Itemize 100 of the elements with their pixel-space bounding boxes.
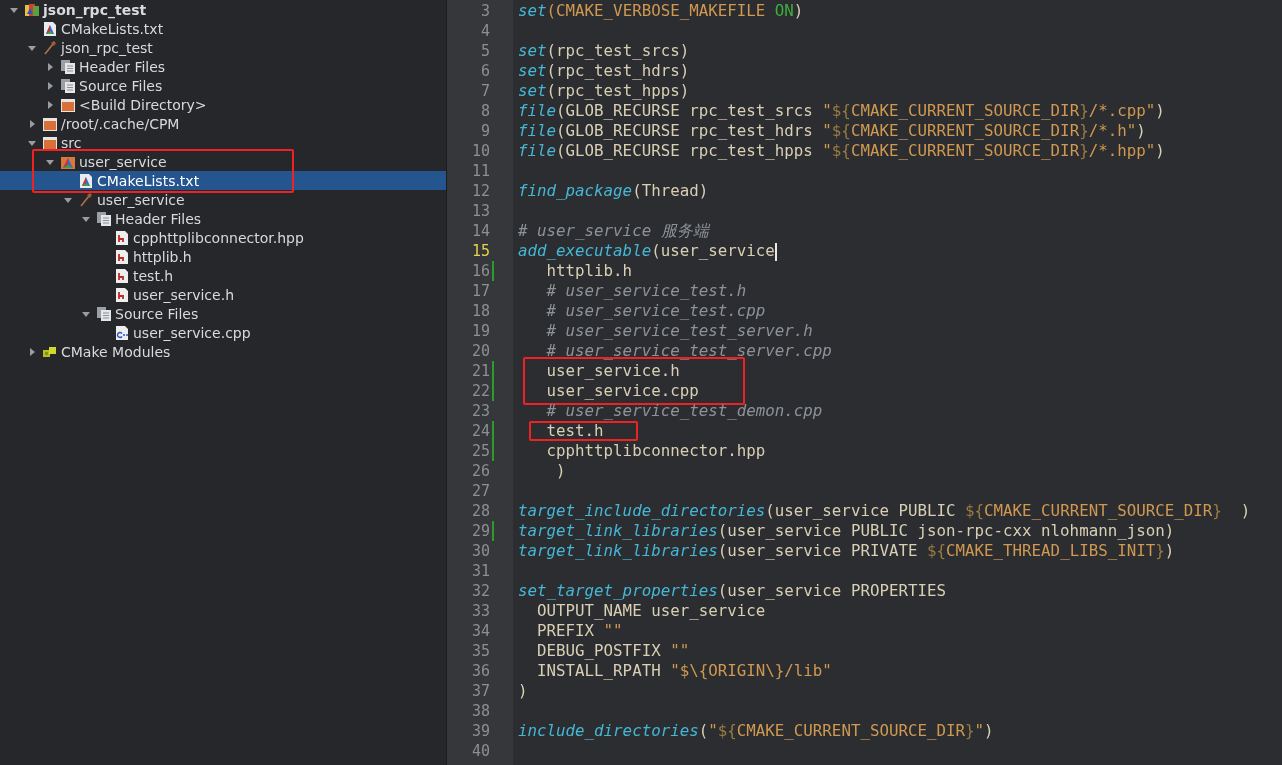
line-number: 32	[470, 581, 490, 601]
line-number: 40	[470, 741, 490, 761]
expand-arrow-icon[interactable]	[28, 119, 36, 128]
folder-icon	[60, 96, 76, 113]
cpp-file-icon	[114, 324, 130, 341]
line-number: 16	[470, 261, 490, 281]
code-line: set(rpc_test_hpps)	[518, 81, 691, 101]
line-number: 25	[470, 441, 490, 461]
tree-item[interactable]: src	[0, 133, 446, 152]
code-line: file(GLOB_RECURSE rpc_test_hdrs "${CMAKE_CURRENT_SOURCE_DIR}/*.h")	[518, 121, 1147, 141]
line-number: 35	[470, 641, 490, 661]
collapse-arrow-icon[interactable]	[28, 138, 36, 147]
line-number: 39	[470, 721, 490, 741]
line-number: 38	[470, 701, 490, 721]
code-line: include_directories("${CMAKE_CURRENT_SOURCE_DIR}")	[518, 721, 995, 741]
collapse-arrow-icon[interactable]	[64, 195, 72, 204]
line-number: 31	[470, 561, 490, 581]
collapse-arrow-icon[interactable]	[10, 5, 18, 14]
tree-item[interactable]: user_service.cpp	[0, 323, 446, 342]
code-line: target_link_libraries(user_service PRIVATE ${CMAKE_THREAD_LIBS_INIT})	[518, 541, 1176, 561]
expand-arrow-icon[interactable]	[46, 100, 54, 109]
line-number: 23	[470, 401, 490, 421]
line-number: 17	[470, 281, 490, 301]
code-line: target_include_directories(user_service PUBLIC ${CMAKE_CURRENT_SOURCE_DIR} )	[518, 501, 1252, 521]
expand-arrow-icon[interactable]	[28, 347, 36, 356]
line-number: 18	[470, 301, 490, 321]
header-file-icon	[114, 286, 130, 303]
header-file-icon	[114, 248, 130, 265]
tree-item[interactable]: <Build Directory>	[0, 95, 446, 114]
line-number: 7	[479, 81, 490, 101]
expand-arrow-icon[interactable]	[46, 62, 54, 71]
code-line: set(CMAKE_VERBOSE_MAKEFILE ON)	[518, 1, 805, 21]
tree-item[interactable]: test.h	[0, 266, 446, 285]
tree-item[interactable]: /root/.cache/CPM	[0, 114, 446, 133]
code-line: cpphttplibconnector.hpp	[545, 441, 767, 461]
code-line: # user_service_test_server.h	[545, 321, 814, 341]
tree-item[interactable]: Header Files	[0, 209, 446, 228]
tree-item[interactable]: httplib.h	[0, 247, 446, 266]
files-icon	[60, 58, 76, 75]
tree-item[interactable]: CMakeLists.txt	[0, 19, 446, 38]
files-icon	[96, 305, 112, 322]
line-number: 12	[470, 181, 490, 201]
tree-item[interactable]: user_service	[0, 152, 446, 171]
code-line: target_link_libraries(user_service PUBLIC json-rpc-cxx nlohmann_json)	[518, 521, 1176, 541]
hammer-icon	[42, 39, 58, 56]
code-line: set(rpc_test_hdrs)	[518, 61, 691, 81]
line-number: 9	[479, 121, 490, 141]
code-line: file(GLOB_RECURSE rpc_test_hpps "${CMAKE_CURRENT_SOURCE_DIR}/*.hpp")	[518, 141, 1166, 161]
code-line: test.h	[545, 421, 605, 441]
tree-item[interactable]: Source Files	[0, 304, 446, 323]
tree-item[interactable]: CMakeLists.txt	[0, 171, 446, 190]
code-line: INSTALL_RPATH "$\{ORIGIN\}/lib"	[536, 661, 833, 681]
tree-item[interactable]: user_service	[0, 190, 446, 209]
expand-arrow-icon[interactable]	[46, 81, 54, 90]
line-number: 6	[479, 61, 490, 81]
code-line: user_service.cpp	[545, 381, 700, 401]
collapse-arrow-icon[interactable]	[82, 214, 90, 223]
tree-item[interactable]: user_service.h	[0, 285, 446, 304]
line-number: 20	[470, 341, 490, 361]
code-line: set_target_properties(user_service PROPERTIES	[518, 581, 947, 601]
line-number: 29	[470, 521, 490, 541]
tree-item[interactable]: Source Files	[0, 76, 446, 95]
header-file-icon	[114, 229, 130, 246]
line-number: 8	[479, 101, 490, 121]
code-line: # user_service_test_server.cpp	[545, 341, 833, 361]
line-number: 27	[470, 481, 490, 501]
tree-item[interactable]: CMake Modules	[0, 342, 446, 361]
line-number: 26	[470, 461, 490, 481]
code-line: )	[518, 681, 529, 701]
code-line: )	[555, 461, 567, 481]
code-line: set(rpc_test_srcs)	[518, 41, 691, 61]
line-number: 14	[470, 221, 490, 241]
collapse-arrow-icon[interactable]	[82, 309, 90, 318]
tree-item[interactable]: Header Files	[0, 57, 446, 76]
code-line: # user_service_test_demon.cpp	[545, 401, 824, 421]
line-number: 19	[470, 321, 490, 341]
code-line: OUTPUT_NAME user_service	[536, 601, 767, 621]
line-number: 37	[470, 681, 490, 701]
tree-item[interactable]: json_rpc_test	[0, 38, 446, 57]
line-number: 34	[470, 621, 490, 641]
header-file-icon	[114, 267, 130, 284]
cmake-file-icon	[42, 20, 58, 37]
files-icon	[96, 210, 112, 227]
collapse-arrow-icon[interactable]	[46, 157, 54, 166]
tree-item[interactable]: json_rpc_test	[0, 0, 446, 19]
code-line: DEBUG_POSTFIX ""	[536, 641, 691, 661]
line-number: 15	[470, 241, 490, 261]
line-number: 10	[470, 141, 490, 161]
code-line: httplib.h	[545, 261, 634, 281]
tree-item[interactable]: cpphttplibconnector.hpp	[0, 228, 446, 247]
code-line: # user_service_test.h	[545, 281, 748, 301]
line-number: 36	[470, 661, 490, 681]
code-line: user_service.h	[545, 361, 681, 381]
folder-icon	[42, 115, 58, 132]
line-number: 28	[470, 501, 490, 521]
collapse-arrow-icon[interactable]	[28, 43, 36, 52]
code-line: # user_service 服务端	[518, 221, 711, 241]
line-number: 3	[479, 1, 490, 21]
code-line: PREFIX ""	[536, 621, 624, 641]
line-number: 11	[470, 161, 490, 181]
